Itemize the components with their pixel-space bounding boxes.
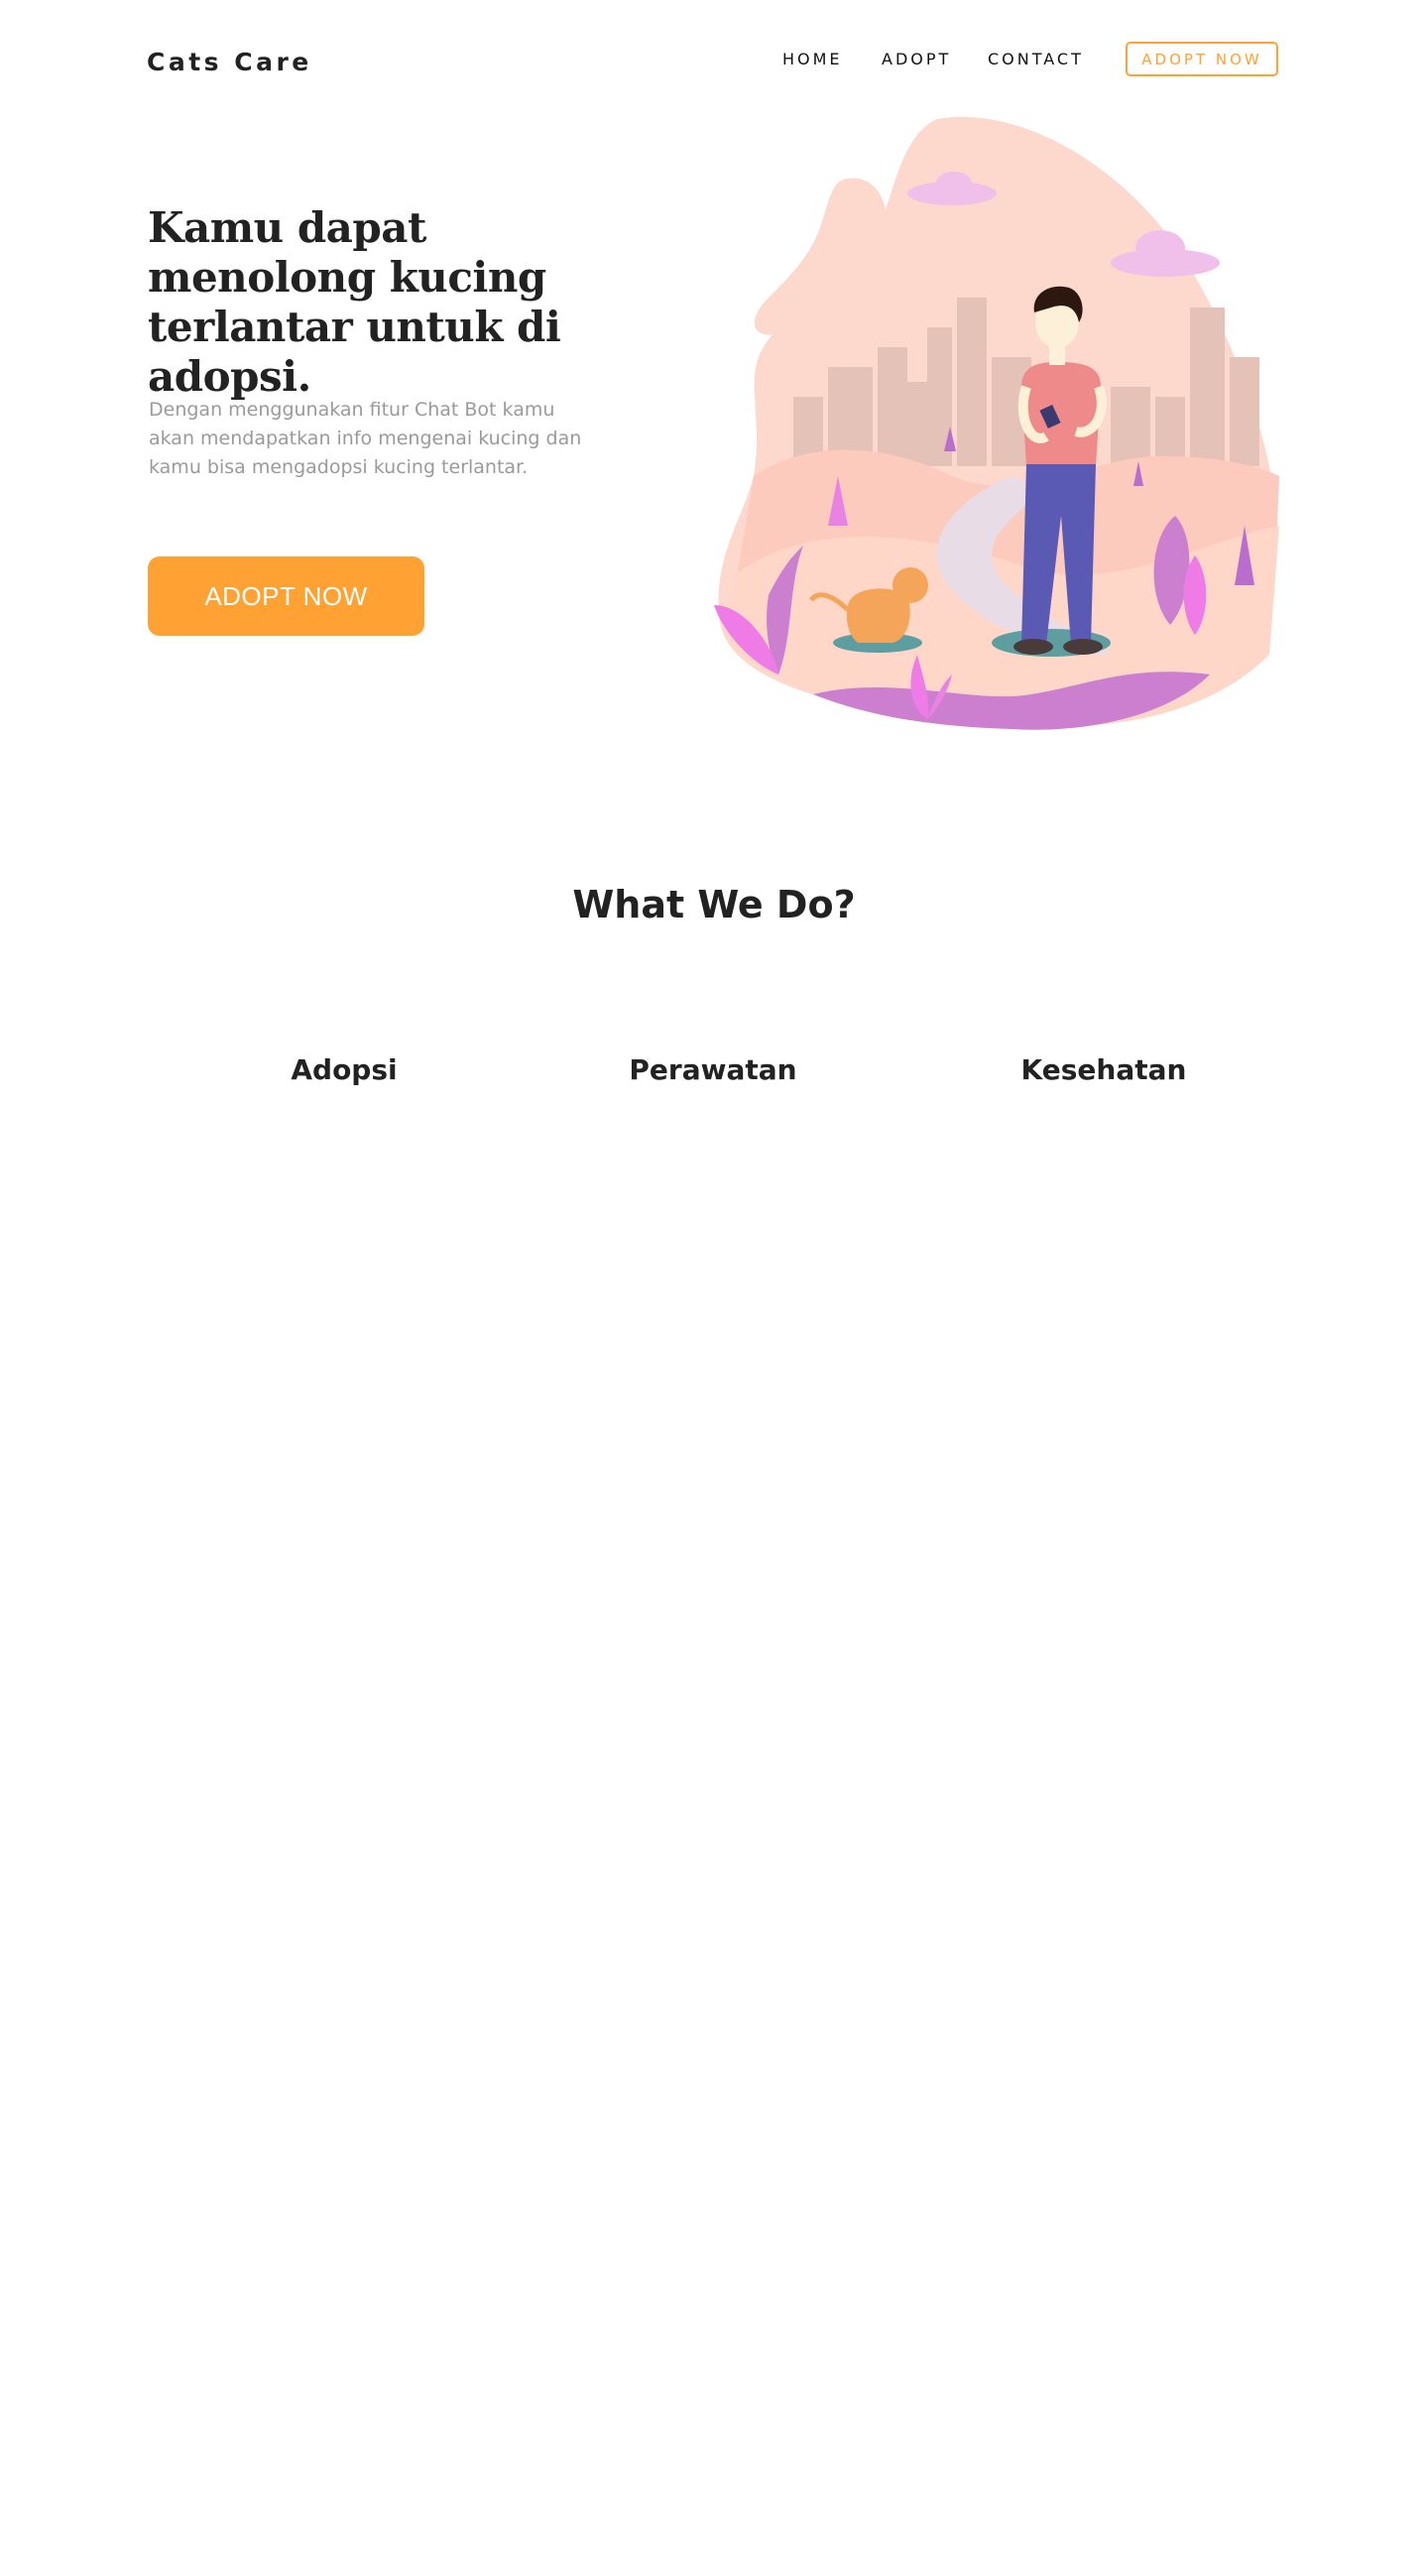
nav-link-adopt[interactable]: ADOPT xyxy=(882,50,951,68)
nav-adopt-now-button[interactable]: ADOPT NOW xyxy=(1126,42,1278,76)
service-adopsi: Adopsi xyxy=(291,1053,398,1086)
nav-link-contact[interactable]: CONTACT xyxy=(988,50,1084,68)
hero-adopt-now-button[interactable]: ADOPT NOW xyxy=(148,556,424,636)
service-kesehatan: Kesehatan xyxy=(1020,1053,1187,1086)
hero-description: Dengan menggunakan fitur Chat Bot kamu a… xyxy=(149,399,582,478)
nav-link-home[interactable]: HOME xyxy=(782,50,843,68)
services-title: What We Do? xyxy=(572,883,856,926)
service-perawatan: Perawatan xyxy=(629,1053,797,1086)
hero-title: Kamu dapat menolong kucing terlantar unt… xyxy=(148,203,561,401)
brand-logo[interactable]: Cats Care xyxy=(147,48,312,76)
hero-illustration xyxy=(714,116,1279,730)
